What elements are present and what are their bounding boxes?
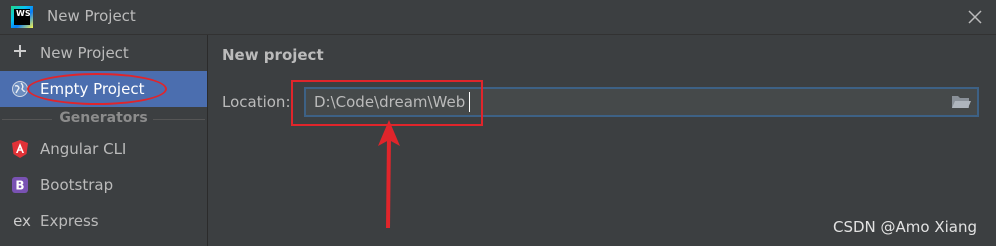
generators-header: Generators [0, 108, 207, 130]
annotation-arrow-icon [378, 120, 400, 229]
sidebar-item-new-project[interactable]: New Project [0, 35, 207, 71]
sidebar-item-label: Angular CLI [40, 140, 127, 158]
watermark: CSDN @Amo Xiang [833, 218, 978, 236]
project-settings-panel: New project Location: D:\Code\dream\Web [208, 35, 996, 246]
location-label: Location: [222, 93, 291, 111]
window-title: New Project [47, 7, 136, 25]
logo-text: WS [14, 9, 31, 25]
browse-folder-button[interactable] [951, 94, 971, 110]
title-bar: WS New Project [0, 0, 996, 35]
close-icon [968, 10, 982, 24]
express-icon: ex [13, 212, 31, 230]
sidebar-item-angular-cli[interactable]: Angular CLI [0, 131, 207, 167]
sidebar-item-label: New Project [40, 44, 129, 62]
angular-icon [11, 140, 29, 158]
generators-header-label: Generators [59, 110, 148, 126]
annotation-ellipse [27, 73, 167, 105]
svg-text:B: B [15, 179, 24, 193]
sidebar-item-label: Bootstrap [40, 176, 114, 194]
project-type-sidebar: New Project Empty Project Generators Ang… [0, 35, 208, 246]
sidebar-item-bootstrap[interactable]: B Bootstrap [0, 167, 207, 203]
folder-icon [952, 96, 971, 108]
sidebar-item-express[interactable]: ex Express [0, 203, 207, 239]
close-button[interactable] [964, 6, 986, 28]
bootstrap-icon: B [11, 176, 29, 194]
webstorm-logo-icon: WS [11, 6, 33, 28]
panel-heading: New project [222, 46, 324, 64]
plus-icon [11, 44, 29, 62]
sidebar-item-label: Express [40, 212, 99, 230]
